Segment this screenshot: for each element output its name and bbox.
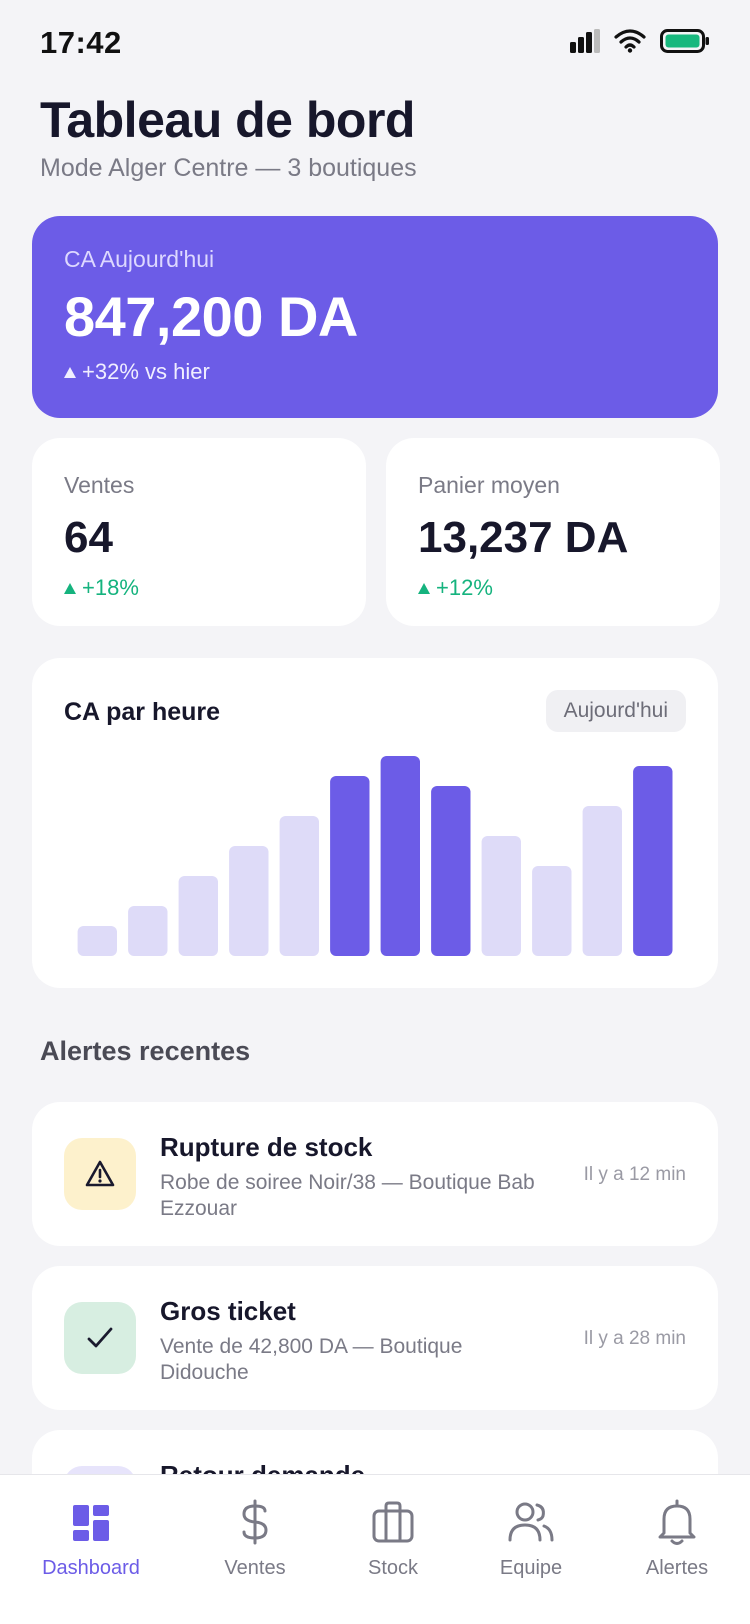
revenue-value: 847,200 DA [64, 285, 358, 348]
status-time: 17:42 [40, 25, 122, 60]
warning-icon [85, 1160, 115, 1187]
chart-bar [77, 926, 117, 956]
stat-value: 13,237 DA [418, 513, 629, 562]
tab-label: Equipe [499, 1557, 563, 1579]
wifi-icon [614, 29, 646, 53]
alert-card[interactable]: Gros ticket Vente de 42,800 DA — Boutiqu… [32, 1266, 718, 1410]
revenue-label: CA Aujourd'hui [64, 246, 215, 272]
tab-dashboard[interactable]: Dashboard [21, 1497, 161, 1580]
chart-bar [481, 836, 521, 956]
battery-icon [660, 29, 709, 53]
page-subtitle: Mode Alger Centre — 3 boutiques [40, 154, 417, 182]
chart-bar [380, 756, 420, 956]
tab-label: Ventes [224, 1557, 286, 1579]
chart-bar [128, 906, 168, 956]
chart-bar [279, 816, 319, 956]
revenue-delta-text: +32% vs hier [82, 359, 210, 384]
stat-delta: +12% [418, 575, 688, 601]
header: Tableau de bord Mode Alger Centre — 3 bo… [40, 88, 720, 183]
triangle-up-icon [418, 582, 430, 594]
dollar-icon [242, 1499, 268, 1545]
status-icons [570, 29, 710, 53]
tab-stock[interactable]: Stock [323, 1497, 463, 1580]
revenue-today-card[interactable]: CA Aujourd'hui 847,200 DA +32% vs hier [32, 216, 718, 418]
chart-period-selector[interactable]: Aujourd'hui [545, 690, 686, 732]
alert-description: Robe de soiree Noir/38 — Boutique Bab Ez… [160, 1171, 535, 1220]
chart-bar [330, 776, 370, 956]
triangle-up-icon [64, 582, 76, 594]
sales-count-card[interactable]: Ventes 64 +18% [32, 438, 366, 626]
users-icon [508, 1502, 554, 1542]
alert-icon-box [64, 1302, 136, 1374]
stat-delta: +18% [64, 575, 334, 601]
tab-label: Dashboard [42, 1557, 140, 1579]
alert-title: Gros ticket [160, 1296, 296, 1326]
status-bar: 17:42 [0, 0, 750, 90]
chart-title: CA par heure [64, 698, 221, 726]
bell-icon [658, 1499, 696, 1545]
tab-equipe[interactable]: Equipe [461, 1497, 601, 1580]
revenue-delta: +32% vs hier [64, 359, 686, 385]
tab-label: Alertes [645, 1557, 709, 1579]
average-basket-card[interactable]: Panier moyen 13,237 DA +12% [386, 438, 720, 626]
chart-bar [582, 806, 622, 956]
alert-description: Vente de 42,800 DA — Boutique Didouche [160, 1335, 463, 1384]
stat-label: Ventes [64, 472, 135, 498]
tab-label: Stock [367, 1557, 419, 1579]
chart-bar [178, 876, 218, 956]
chart-bar [532, 866, 572, 956]
check-icon [87, 1327, 113, 1348]
hourly-revenue-chart-card: CA par heure Aujourd'hui [32, 658, 718, 988]
stat-delta-text: +12% [436, 575, 493, 600]
tab-alertes[interactable]: Alertes [607, 1497, 747, 1580]
alert-title: Rupture de stock [160, 1132, 373, 1162]
bottom-tab-bar: Dashboard Ventes Stock Equipe Alertes [0, 1474, 750, 1624]
alert-time: Il y a 28 min [583, 1328, 686, 1349]
chart-bar [431, 786, 471, 956]
stat-value: 64 [64, 513, 113, 562]
dashboard-icon [73, 1505, 109, 1541]
tab-ventes[interactable]: Ventes [185, 1497, 325, 1580]
stat-delta-text: +18% [82, 575, 139, 600]
alert-card[interactable]: Rupture de stock Robe de soiree Noir/38 … [32, 1102, 718, 1246]
triangle-up-icon [64, 366, 76, 378]
alert-icon-box [64, 1138, 136, 1210]
alerts-section-title: Alertes recentes [40, 1036, 251, 1066]
signal-icon [570, 29, 600, 53]
page-title: Tableau de bord [40, 92, 415, 148]
briefcase-icon [372, 1501, 414, 1543]
chart-bar [633, 766, 673, 956]
alert-time: Il y a 12 min [583, 1164, 686, 1185]
stat-label: Panier moyen [418, 472, 560, 498]
chart-bar [229, 846, 269, 956]
